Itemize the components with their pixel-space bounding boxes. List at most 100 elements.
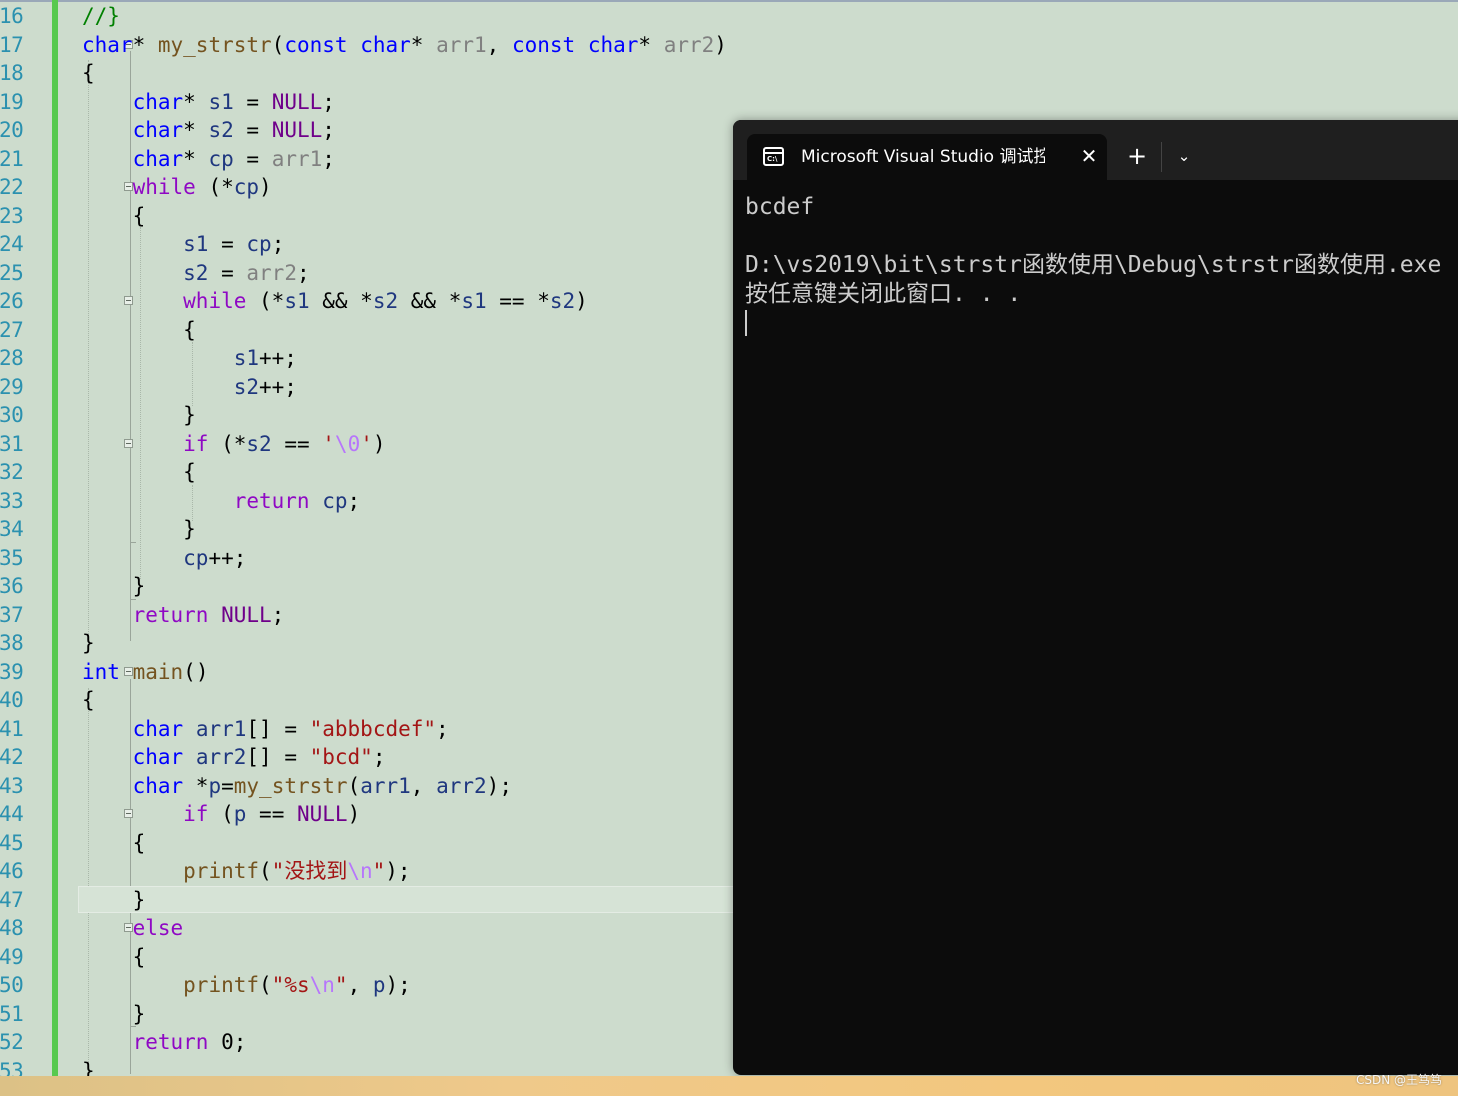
code-line: { [82,943,146,971]
line-number: 52 [0,1030,24,1054]
line-number: 37 [0,602,24,627]
code-token: NULL [296,802,348,826]
code-token: } [82,1001,146,1026]
terminal-icon-label: C:\ [767,155,778,163]
code-token: s2 [549,289,576,313]
code-token: s2 [233,374,260,399]
line-number: 16 [0,4,24,28]
code-line: return NULL; [82,601,285,629]
line-number: 51 [0,1001,24,1026]
code-token: arr1 [436,32,487,57]
code-token: arr2 [436,773,487,798]
console-output-line: 按任意键关闭此窗口. . . [745,281,1022,307]
code-token: ; [322,118,335,142]
code-token: ' [322,431,335,456]
code-token: arr2 [246,260,297,285]
code-line: s2++; [82,373,297,401]
code-token: while [132,175,196,199]
code-line: while (*cp) [82,173,272,201]
chevron-down-icon[interactable]: ⌄ [1171,144,1197,168]
line-number: 47 [0,887,24,912]
code-token: , [410,773,437,798]
code-token: " [334,973,348,997]
line-number: 38 [0,631,24,655]
code-token: } [82,1058,95,1077]
code-token: ) [714,32,727,57]
code-line: printf("没找到\n"); [82,857,410,885]
code-token: , [347,973,373,997]
code-line: } [82,401,196,429]
line-number: 34 [0,517,24,541]
code-token: char [132,118,184,142]
code-token: NULL [271,118,323,142]
line-number: 48 [0,916,24,940]
code-token: main [132,659,184,684]
code-token: { [82,944,146,969]
line-number: 33 [0,488,24,513]
code-token: arr1 [271,146,323,171]
code-token: () [183,659,209,684]
code-line: char arr1[] = "abbbcdef"; [82,715,449,743]
code-token: const [511,32,576,57]
code-token: "没找到 [271,859,348,883]
line-number: 18 [0,61,24,85]
code-token: ++; [259,374,297,399]
code-token: cp [233,175,260,199]
code-token: ( [208,802,234,826]
code-token: = [233,89,272,114]
code-token: (* [246,289,285,313]
line-number: 23 [0,203,24,228]
code-token: { [82,317,196,342]
editor-top-border [0,0,1458,2]
text-cursor [745,310,747,336]
code-token: arr1 [360,773,411,798]
code-token: * [183,89,209,114]
code-token: p [208,773,222,798]
code-line: printf("%s\n", p); [82,971,411,999]
code-token: ; [347,488,361,513]
code-line: { [82,686,95,714]
code-token: = [233,118,272,142]
code-token: \n [347,859,373,883]
console-tab[interactable]: C:\ Microsoft Visual Studio 调试控制台 ✕ [747,134,1107,180]
code-token: ; [271,232,285,256]
code-token: cp [208,146,234,171]
code-token: * [638,32,664,57]
code-token: * [132,32,158,57]
code-token: s1 [183,232,209,256]
terminal-icon: C:\ [763,147,784,166]
code-token: == * [486,289,550,313]
debug-console-window[interactable]: C:\ Microsoft Visual Studio 调试控制台 ✕ + ⌄ … [733,120,1458,1075]
code-line: { [82,59,95,87]
line-number: 19 [0,89,24,114]
line-number: 22 [0,175,24,199]
code-token: printf [183,973,260,997]
code-token: s1 [461,289,487,313]
code-token: { [82,203,146,228]
code-token: ( [259,859,272,883]
console-output-line: D:\vs2019\bit\strstr函数使用\Debug\strstr函数使… [745,252,1442,278]
code-token: int [82,659,120,684]
code-line: { [82,829,146,857]
new-tab-button[interactable]: + [1123,144,1151,168]
watermark: CSDN @王笃笃 [1355,1073,1442,1087]
code-token: { [82,61,95,85]
code-token: (* [195,175,234,199]
line-number: 42 [0,745,24,769]
code-token: return [132,602,209,627]
code-token: { [82,688,95,712]
code-token: "abbbcdef" [309,716,437,741]
code-token: NULL [271,89,323,114]
code-token: ( [347,773,361,798]
line-number: 26 [0,289,24,313]
close-tab-icon[interactable]: ✕ [1077,144,1101,168]
console-output-line: bcdef [745,194,815,220]
code-line: s1 = cp; [82,230,284,258]
tab-title: Microsoft Visual Studio 调试控制台 [801,147,1045,167]
